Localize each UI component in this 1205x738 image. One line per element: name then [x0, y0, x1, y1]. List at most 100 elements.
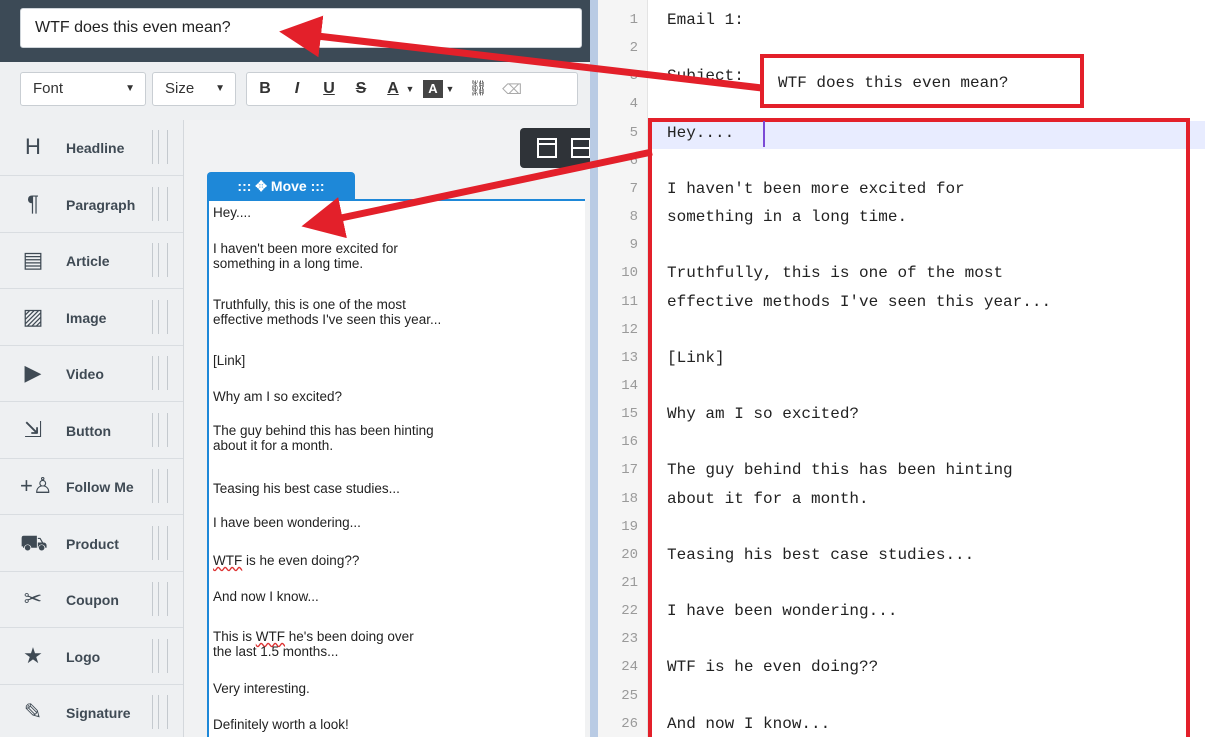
split-divider[interactable]: [590, 0, 598, 737]
editor-paragraph[interactable]: [Link]: [213, 353, 573, 368]
editor-paragraph-line: WTF is he even doing??: [213, 553, 360, 568]
line-number: 19: [621, 518, 638, 535]
editor-paragraph-line: This is WTF he's been doing over: [213, 629, 414, 644]
line-number: 22: [621, 603, 638, 620]
drag-grip-icon[interactable]: [152, 582, 168, 616]
move-handle[interactable]: ::: ✥ Move :::: [207, 172, 355, 200]
editor-paragraph-line: something in a long time.: [213, 256, 364, 271]
editor-paragraph[interactable]: Very interesting.: [213, 681, 573, 696]
editor-paragraph-line: Very interesting.: [213, 681, 310, 696]
editor-paragraph-line: Hey....: [213, 205, 252, 220]
font-select[interactable]: Font ▼: [20, 72, 146, 106]
block-item-image[interactable]: ▨ Image: [0, 290, 183, 346]
layout-toolbar[interactable]: [520, 128, 590, 168]
line-number: 13: [621, 349, 638, 366]
block-item-follow-me[interactable]: +♙ Follow Me: [0, 459, 183, 515]
content-block-sidebar: H Headline ¶ Paragraph ▤ Article ▨ Image ▶ Video ⇲…: [0, 120, 184, 737]
block-item-label: Video: [66, 366, 104, 382]
block-item-label: Article: [66, 253, 110, 269]
block-item-product[interactable]: ⛟ Product: [0, 516, 183, 572]
drag-grip-icon[interactable]: [152, 469, 168, 503]
editor-paragraph-line: about it for a month.: [213, 438, 334, 453]
block-item-label: Image: [66, 309, 107, 326]
follow-me-icon: +♙: [20, 473, 53, 498]
text-color-button[interactable]: A: [383, 73, 403, 105]
block-item-signature[interactable]: ✎ Signature: [0, 685, 183, 737]
block-item-label: Button: [66, 422, 112, 439]
editor-paragraph-line: The guy behind this has been hinting: [213, 423, 434, 438]
video-icon: ▶: [24, 360, 42, 385]
line-number: 2: [629, 40, 638, 57]
paragraph-icon: ¶: [27, 190, 39, 216]
button-icon: ⇲: [23, 416, 43, 442]
body-callout-box: [648, 118, 1190, 737]
block-item-headline[interactable]: H Headline: [0, 120, 183, 176]
editor-paragraph[interactable]: Definitely worth a look!: [213, 717, 573, 732]
format-toolbar: Font ▼ Size ▼ B I U S A ▼ A ▼ ⛓ ⌫: [0, 62, 590, 121]
line-number: 12: [621, 321, 638, 338]
line-number: 24: [621, 659, 638, 676]
line-number: 16: [621, 434, 638, 451]
editor-paragraph[interactable]: WTF is he even doing??: [213, 553, 573, 568]
drag-grip-icon[interactable]: [152, 186, 168, 221]
bold-button[interactable]: B: [255, 73, 275, 105]
text-cursor: [763, 121, 765, 147]
highlight-color-button[interactable]: A: [423, 80, 443, 98]
editor-paragraph[interactable]: The guy behind this has been hinting abou…: [213, 423, 573, 453]
code-line[interactable]: Subject:: [667, 62, 744, 90]
editor-paragraph-line: effective methods I've seen this year...: [213, 312, 442, 327]
block-item-label: Signature: [66, 705, 131, 721]
drag-grip-icon[interactable]: [152, 130, 168, 164]
block-item-button[interactable]: ⇲ Button: [0, 403, 183, 459]
line-number: 4: [629, 96, 638, 113]
drag-grip-icon[interactable]: [152, 356, 168, 390]
text-block[interactable]: Hey.... I haven't been more excited for so…: [207, 199, 585, 737]
drag-grip-icon[interactable]: [152, 525, 168, 560]
editor-paragraph[interactable]: Truthfully, this is one of the most effec…: [213, 297, 573, 327]
drag-grip-icon[interactable]: [152, 299, 168, 334]
editor-paragraph[interactable]: This is WTF he's been doing over the last…: [213, 629, 573, 659]
editor-paragraph[interactable]: I have been wondering...: [213, 515, 573, 530]
product-icon: ⛟: [20, 529, 48, 555]
spellcheck-mark: WTF: [255, 629, 286, 644]
block-item-article[interactable]: ▤ Article: [0, 233, 183, 289]
italic-button[interactable]: I: [287, 73, 307, 105]
block-item-logo[interactable]: ★ Logo: [0, 629, 183, 685]
drag-grip-icon[interactable]: [152, 412, 168, 447]
line-number: 8: [629, 209, 638, 226]
subject-input[interactable]: WTF does this even mean?: [20, 8, 582, 48]
line-number: 6: [629, 152, 638, 169]
block-item-paragraph[interactable]: ¶ Paragraph: [0, 177, 183, 233]
line-number: 17: [621, 462, 638, 479]
spellcheck-mark: WTF: [213, 553, 243, 568]
unlink-icon[interactable]: ⌫: [501, 73, 523, 105]
drag-grip-icon[interactable]: [152, 695, 168, 729]
code-line[interactable]: Email 1:: [667, 6, 744, 34]
editor-paragraph[interactable]: Teasing his best case studies...: [213, 481, 573, 496]
editor-paragraph-line: Teasing his best case studies...: [213, 481, 400, 496]
line-number: 11: [621, 293, 638, 310]
block-item-coupon[interactable]: ✂ Coupon: [0, 572, 183, 628]
email-builder-panel: WTF does this even mean? Font ▼ Size ▼ B…: [0, 0, 590, 737]
editor-paragraph-line: the last 1.5 months...: [213, 644, 339, 659]
size-select-label: Size: [165, 80, 195, 97]
drag-grip-icon[interactable]: [152, 638, 168, 673]
editor-paragraph[interactable]: Hey....: [213, 205, 573, 220]
editor-paragraph-line: I haven't been more excited for: [213, 241, 398, 256]
editor-paragraph[interactable]: I haven't been more excited for something…: [213, 241, 573, 271]
subject-callout-text: WTF does this even mean?: [778, 74, 1009, 92]
editor-paragraph[interactable]: And now I know...: [213, 589, 573, 604]
link-icon[interactable]: ⛓: [467, 73, 489, 105]
block-item-label: Paragraph: [66, 196, 136, 213]
underline-button[interactable]: U: [319, 73, 339, 105]
editor-paragraph-line: Definitely worth a look!: [213, 717, 349, 732]
block-item-video[interactable]: ▶ Video: [0, 346, 183, 402]
drag-grip-icon[interactable]: [152, 243, 168, 277]
strikethrough-button[interactable]: S: [351, 73, 371, 105]
editor-paragraph-line: Why am I so excited?: [213, 389, 343, 404]
size-select[interactable]: Size ▼: [152, 72, 236, 106]
line-number: 26: [621, 715, 638, 732]
editor-paragraph[interactable]: Why am I so excited?: [213, 389, 573, 404]
line-number: 21: [621, 575, 638, 591]
chevron-down-icon: ▼: [215, 83, 225, 94]
